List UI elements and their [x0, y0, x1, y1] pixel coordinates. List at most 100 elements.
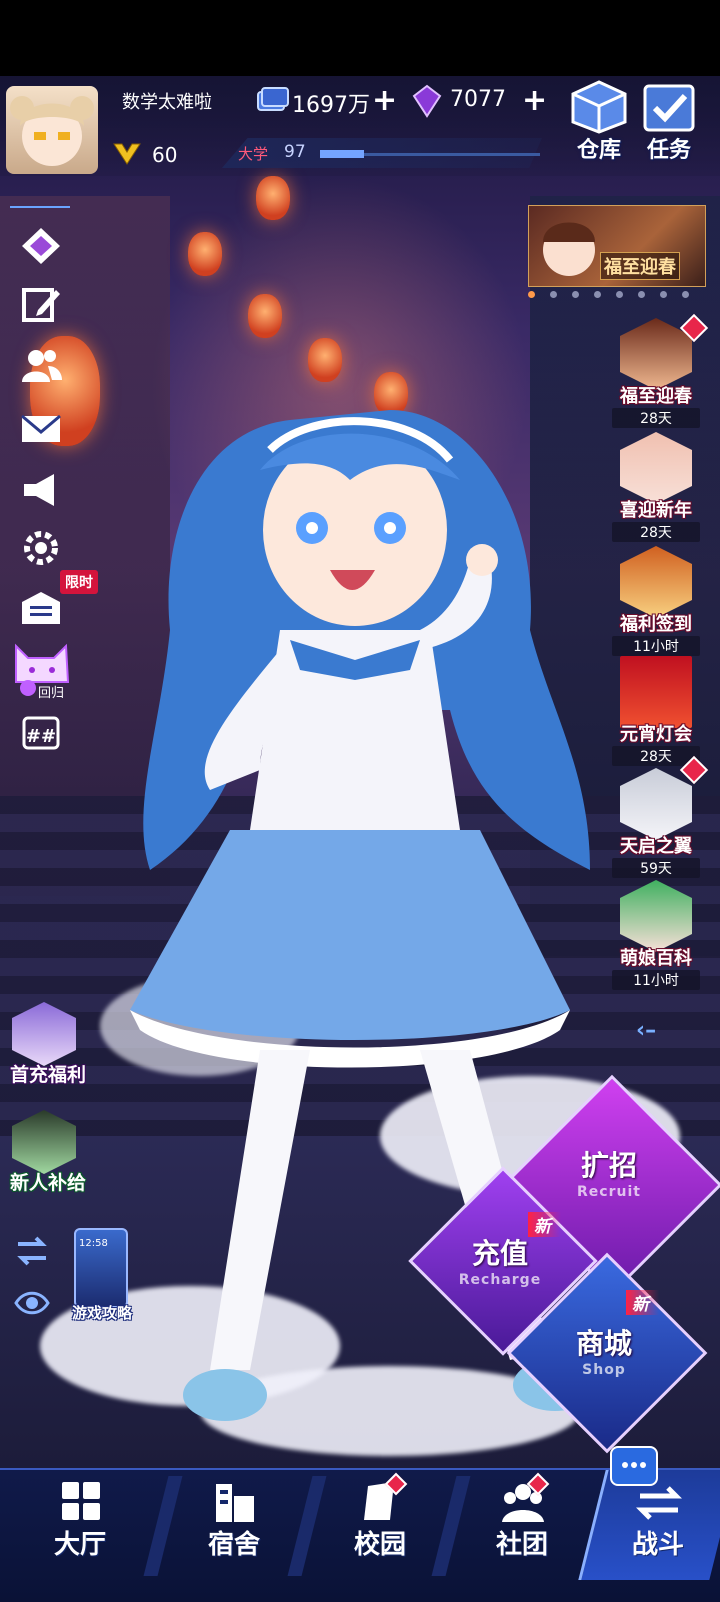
- lantern: [308, 338, 342, 382]
- recharge-label: 充值 Recharge: [440, 1232, 560, 1288]
- nav-lobby-label: 大厅: [53, 1530, 106, 1560]
- add-gems-button[interactable]: +: [522, 86, 547, 116]
- player-level: 60: [152, 143, 178, 167]
- recruit-label-en: Recruit: [577, 1184, 641, 1200]
- banner-dot[interactable]: [682, 291, 689, 298]
- announcement-icon[interactable]: [20, 470, 62, 510]
- left-menu-divider: [10, 206, 70, 208]
- event-name: 新人补给: [9, 1172, 86, 1194]
- banner-pagination: [526, 291, 702, 301]
- lantern: [248, 294, 282, 338]
- lantern-event-icon: [620, 656, 692, 728]
- banner-dot[interactable]: [594, 291, 601, 298]
- game-guide-label: 游戏攻略: [72, 1304, 133, 1322]
- recharge-label-en: Recharge: [458, 1272, 542, 1288]
- banner-title: 福至迎春: [600, 252, 680, 280]
- grid-icon: [62, 1482, 100, 1520]
- recruit-label: 扩招 Recruit: [544, 1144, 674, 1200]
- recruit-label-cn: 扩招: [580, 1149, 637, 1182]
- eye-icon[interactable]: [14, 1286, 50, 1320]
- nav-lobby[interactable]: 大厅: [10, 1470, 150, 1580]
- event-portrait: [620, 880, 692, 952]
- event-name: 喜迎新年: [620, 500, 692, 521]
- level-badge-icon: [113, 143, 141, 165]
- mail-icon[interactable]: [20, 408, 62, 448]
- chat-dots: [622, 1462, 646, 1468]
- school-level: 97: [284, 142, 306, 162]
- event-time: 28天: [612, 522, 700, 542]
- nav-battle[interactable]: 战斗: [588, 1470, 720, 1580]
- tasks-button[interactable]: 任务: [636, 78, 702, 164]
- tasks-label: 任务: [646, 138, 691, 163]
- event-portrait: [620, 546, 692, 618]
- event-yuanxiao-denghui[interactable]: 元宵灯会 28天: [606, 656, 706, 774]
- checklist-icon: [643, 84, 695, 132]
- event-fuli-qiandao[interactable]: 福利签到 11小时: [606, 546, 706, 664]
- guide-phone-time: 12:58: [79, 1238, 108, 1249]
- friends-icon[interactable]: [20, 346, 62, 386]
- nav-club[interactable]: 社团: [452, 1470, 592, 1580]
- school-label: 大学: [238, 145, 269, 163]
- add-coins-button[interactable]: +: [372, 86, 397, 116]
- event-portrait: [12, 1002, 76, 1066]
- recharge-label-cn: 充值: [471, 1237, 528, 1270]
- event-xiying-xinnian[interactable]: 喜迎新年 28天: [606, 432, 706, 550]
- limited-tag: 限时: [60, 570, 98, 594]
- newbie-supply-event[interactable]: 新人补给: [0, 1110, 100, 1206]
- event-mengniang-baike[interactable]: 萌娘百科 11小时: [606, 880, 706, 998]
- limited-mail-icon[interactable]: [20, 588, 62, 628]
- event-name: 天启之翼: [620, 836, 692, 857]
- edit-icon[interactable]: [20, 284, 62, 324]
- gems-value: 7077: [450, 87, 506, 112]
- return-label: 回归: [38, 686, 65, 701]
- nav-campus[interactable]: 校园: [310, 1470, 450, 1580]
- diamond-icon[interactable]: [20, 226, 62, 266]
- event-time: 11小时: [612, 636, 700, 656]
- lantern: [188, 232, 222, 276]
- event-portrait: [12, 1110, 76, 1174]
- gem-icon: [412, 84, 442, 118]
- warehouse-button[interactable]: 仓库: [566, 78, 632, 164]
- shop-label: 商城 Shop: [540, 1322, 668, 1378]
- player-avatar[interactable]: [6, 86, 98, 174]
- avatar-portrait: [10, 96, 94, 166]
- settings-icon[interactable]: [20, 528, 62, 568]
- banner-dot[interactable]: [660, 291, 667, 298]
- box-icon: [571, 80, 627, 134]
- event-name: 元宵灯会: [620, 724, 692, 745]
- shop-new-tag: 新: [626, 1290, 659, 1315]
- banner-dot[interactable]: [572, 291, 579, 298]
- calendar-icon[interactable]: ##: [20, 712, 62, 752]
- event-fuzhi-yingchun[interactable]: 福至迎春 28天: [606, 313, 709, 436]
- shop-label-cn: 商城: [575, 1327, 632, 1360]
- lantern: [256, 176, 290, 220]
- shop-label-en: Shop: [582, 1362, 626, 1378]
- collapse-arrow-icon[interactable]: ‹–: [636, 1018, 656, 1043]
- event-time: 28天: [612, 408, 700, 428]
- warehouse-label: 仓库: [576, 138, 621, 163]
- banner-dot[interactable]: [550, 291, 557, 298]
- first-recharge-event[interactable]: 首充福利: [0, 1002, 100, 1098]
- recharge-new-tag: 新: [528, 1212, 561, 1237]
- school-progress-fill: [320, 150, 364, 158]
- coins-value: 1697万: [292, 93, 370, 118]
- player-name: 数学太难啦: [122, 92, 212, 113]
- banner-dot[interactable]: [528, 291, 535, 298]
- nav-club-label: 社团: [495, 1530, 548, 1560]
- chat-bubble-icon[interactable]: [610, 1446, 658, 1486]
- event-time: 11小时: [612, 970, 700, 990]
- building-icon: [216, 1484, 254, 1522]
- banner-dot[interactable]: [616, 291, 623, 298]
- nav-campus-label: 校园: [353, 1530, 406, 1560]
- svg-text:##: ##: [26, 726, 56, 747]
- event-portrait: [620, 432, 692, 504]
- event-name: 福利签到: [620, 614, 692, 635]
- nav-dorm-label: 宿舍: [207, 1530, 260, 1560]
- event-tianqi-zhiyi[interactable]: 天启之翼 59天: [606, 755, 709, 886]
- swap-icon[interactable]: [14, 1234, 50, 1268]
- event-name: 福至迎春: [620, 386, 692, 407]
- nav-battle-label: 战斗: [631, 1530, 684, 1560]
- banner-dot[interactable]: [638, 291, 645, 298]
- event-name: 萌娘百科: [620, 948, 692, 969]
- nav-dorm[interactable]: 宿舍: [164, 1470, 304, 1580]
